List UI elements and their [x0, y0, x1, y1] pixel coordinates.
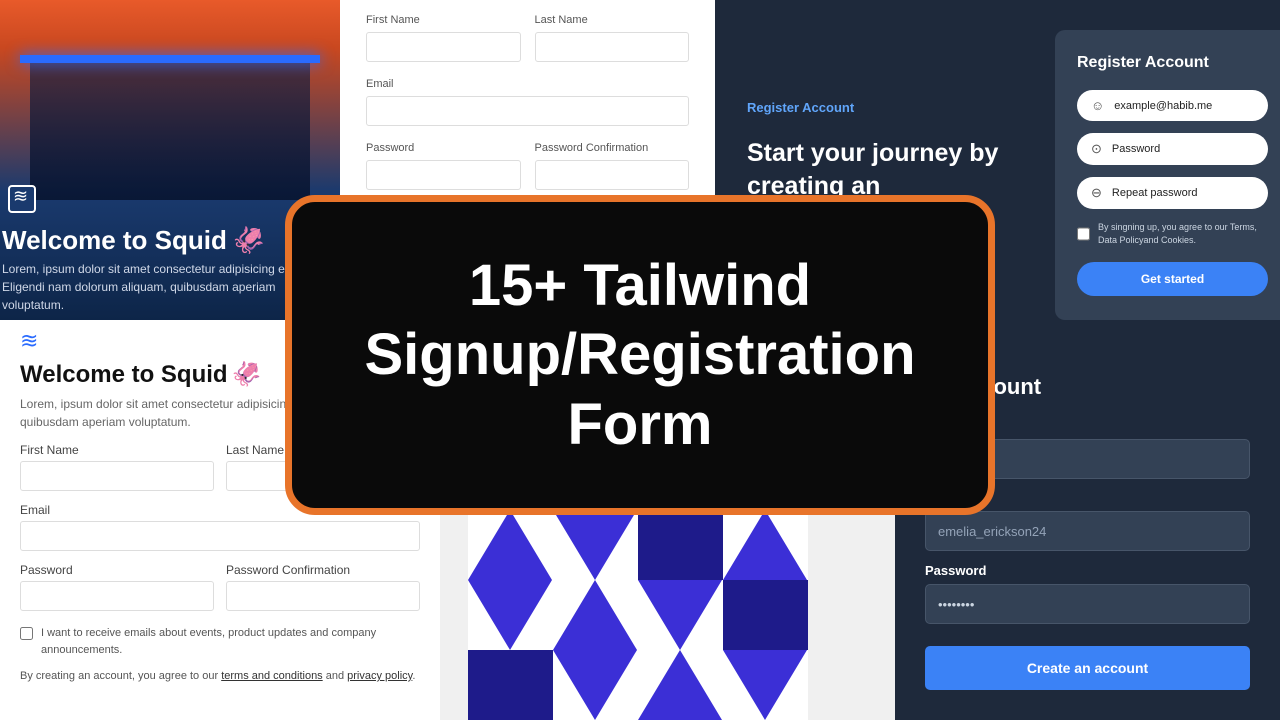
geometric-pattern [468, 510, 808, 720]
marketing-checkbox[interactable] [20, 627, 33, 640]
squid-icon: 🦑 [232, 361, 262, 388]
email-input[interactable]: ☺example@habib.me [1077, 90, 1268, 121]
email-input[interactable] [20, 521, 420, 551]
squid-icon: 🦑 [233, 225, 265, 255]
repeat-password-input[interactable]: ⊖Repeat password [1077, 177, 1268, 209]
main-title: 15+ Tailwind Signup/Registration Form [292, 251, 988, 460]
password-input[interactable] [925, 584, 1250, 624]
password-input[interactable] [366, 160, 521, 190]
title-badge: 15+ Tailwind Signup/Registration Form [285, 195, 995, 515]
password-confirm-label: Password Confirmation [226, 563, 420, 577]
lock-icon: ⊖ [1091, 185, 1102, 201]
create-account-button[interactable]: Create an account [925, 646, 1250, 690]
wave-icon [8, 185, 36, 213]
user-icon: ☺ [1091, 98, 1104, 113]
password-confirm-input[interactable] [226, 581, 420, 611]
agree-checkbox[interactable] [1077, 222, 1090, 246]
register-label: Register Account [747, 100, 1033, 115]
password-label: Password [20, 563, 214, 577]
marketing-label: I want to receive emails about events, p… [41, 625, 420, 658]
hero-subtitle: Lorem, ipsum dolor sit amet consectetur … [2, 260, 302, 314]
agree-text: By singning up, you agree to our Terms, … [1098, 221, 1268, 246]
first-name-label: First Name [20, 443, 214, 457]
last-name-label: Last Name [535, 14, 690, 26]
last-name-input[interactable] [535, 32, 690, 62]
first-name-input[interactable] [20, 461, 214, 491]
card-register: Register Account ☺example@habib.me ⊙Pass… [1055, 0, 1280, 360]
neon-strip [20, 55, 320, 63]
register-title: Register Account [1077, 54, 1268, 72]
first-name-input[interactable] [366, 32, 521, 62]
terms-link[interactable]: terms and conditions [221, 670, 323, 682]
password-confirm-label: Password Confirmation [535, 142, 690, 154]
first-name-label: First Name [366, 14, 521, 26]
password-input[interactable]: ⊙Password [1077, 133, 1268, 165]
password-input[interactable] [20, 581, 214, 611]
email-input[interactable] [366, 96, 689, 126]
journey-heading: Start your journey by creating an [747, 137, 1033, 202]
hero-title: Welcome to Squid🦑 [2, 225, 265, 256]
password-confirm-input[interactable] [535, 160, 690, 190]
lock-icon: ⊙ [1091, 141, 1102, 157]
password-label: Password [925, 563, 1250, 578]
terms-text: By creating an account, you agree to our… [20, 670, 420, 682]
privacy-link[interactable]: privacy policy [347, 670, 412, 682]
get-started-button[interactable]: Get started [1077, 262, 1268, 296]
email-label: Email [366, 78, 689, 90]
username-input[interactable] [925, 511, 1250, 551]
password-label: Password [366, 142, 521, 154]
